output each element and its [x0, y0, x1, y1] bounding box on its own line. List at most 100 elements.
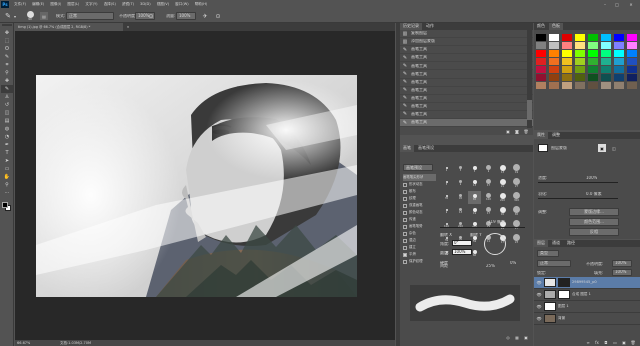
density-slider[interactable]	[538, 182, 618, 183]
layer-opacity-field[interactable]: 100%	[612, 260, 632, 267]
brush-tip[interactable]: 5	[468, 163, 481, 176]
option-checkbox[interactable]	[403, 245, 407, 250]
brush-tip[interactable]: 27	[510, 177, 523, 190]
color-swatch[interactable]	[536, 66, 546, 73]
menu-item[interactable]: 帮助(H)	[195, 2, 208, 6]
brush-tip[interactable]: 27	[510, 219, 523, 232]
color-swatch[interactable]	[627, 50, 637, 57]
history-item[interactable]: ✎ 画笔工具	[400, 54, 533, 63]
blur-tool-icon[interactable]: ◍	[1, 125, 13, 133]
layer-mask-thumbnail[interactable]	[558, 290, 570, 299]
menu-item[interactable]: 图层(L)	[67, 2, 79, 6]
brush-tip[interactable]: 100	[440, 219, 453, 232]
brush-tip[interactable]: 9	[454, 177, 467, 190]
color-swatch[interactable]	[614, 50, 624, 57]
brush-tip[interactable]: 45	[496, 205, 509, 218]
color-swatch[interactable]	[549, 58, 559, 65]
mode-select[interactable]: 正常	[66, 12, 114, 20]
brush-option[interactable]: 传递	[403, 216, 436, 223]
history-item[interactable]: ▥ 添加图层蒙版	[400, 38, 533, 47]
history-item[interactable]: ✎ 画笔工具	[400, 62, 533, 71]
lasso-tool-icon[interactable]: ʘ	[1, 45, 13, 53]
option-checkbox[interactable]	[403, 182, 407, 187]
color-swatch[interactable]	[575, 42, 585, 49]
brush-option[interactable]: 散布	[403, 188, 436, 195]
new-layer-icon[interactable]: ▣	[621, 338, 627, 346]
brush-tip[interactable]: 19	[510, 163, 523, 176]
minimize-icon[interactable]: –	[600, 1, 610, 8]
history-item[interactable]: ✎ 画笔工具	[400, 95, 533, 103]
brush-tip[interactable]: 1	[440, 163, 453, 176]
color-swatch[interactable]	[601, 74, 611, 81]
color-swatch[interactable]	[575, 58, 585, 65]
color-swatch[interactable]	[627, 66, 637, 73]
brush-tip[interactable]: 17	[482, 177, 495, 190]
color-swatch[interactable]	[588, 42, 598, 49]
path-select-tool-icon[interactable]: ➤	[1, 157, 13, 165]
brush-presets-button[interactable]: 画笔预设	[403, 164, 433, 171]
tab-history[interactable]: 历史记录	[400, 23, 422, 30]
color-swatch[interactable]	[536, 74, 546, 81]
brush-tip[interactable]: 35	[440, 191, 453, 204]
brush-tip[interactable]: 17	[482, 205, 495, 218]
add-mask-icon[interactable]: ◘	[603, 338, 609, 346]
invert-button[interactable]: 反相	[569, 228, 619, 236]
brush-option[interactable]: 杂色	[403, 230, 436, 237]
gradient-tool-icon[interactable]: ▤	[1, 117, 13, 125]
eyedropper-tool-icon[interactable]: ⚲	[1, 69, 13, 77]
brush-tip[interactable]: 100	[482, 191, 495, 204]
visibility-eye-icon[interactable]: 👁	[536, 304, 542, 309]
toggle-live-tip-icon[interactable]: ◎	[505, 333, 511, 341]
spacing-value[interactable]: 25%	[486, 264, 495, 269]
brush-angle-preview[interactable]	[484, 233, 506, 255]
eraser-tool-icon[interactable]: ◫	[1, 109, 13, 117]
brush-option[interactable]: 画笔笔尖形状	[403, 174, 436, 181]
tab-brush[interactable]: 画笔	[400, 145, 414, 152]
foreground-color-swatch[interactable]	[2, 202, 8, 208]
option-checkbox[interactable]	[403, 189, 407, 194]
brush-tool-icon[interactable]: ✎	[1, 85, 13, 93]
document-canvas[interactable]	[36, 75, 357, 297]
fill-field[interactable]: 100%	[612, 269, 632, 276]
color-swatch[interactable]	[562, 50, 572, 57]
healing-tool-icon[interactable]: ✚	[1, 77, 13, 85]
zoom-level[interactable]: 66.67%	[17, 341, 30, 345]
tab-layers[interactable]: 图层	[534, 240, 548, 247]
history-item[interactable]: ✎ 画笔工具	[400, 87, 533, 95]
color-swatch[interactable]	[601, 50, 611, 57]
color-range-button[interactable]: 颜色范围...	[569, 218, 619, 226]
color-swatch[interactable]	[562, 74, 572, 81]
roundness-field[interactable]: 100%	[452, 249, 472, 255]
color-swatch[interactable]	[601, 34, 611, 41]
color-swatch[interactable]	[536, 82, 546, 89]
brush-tip[interactable]: 3	[454, 163, 467, 176]
clone-stamp-tool-icon[interactable]: ♙	[1, 93, 13, 101]
history-item[interactable]: ✎ 画笔工具	[400, 111, 533, 120]
new-preset-icon[interactable]: ▣	[523, 333, 529, 341]
brush-option[interactable]: 纹理	[403, 195, 436, 202]
brush-option[interactable]: 湿边	[403, 237, 436, 244]
color-swatch[interactable]	[562, 34, 572, 41]
tab-paths[interactable]: 路径	[564, 240, 578, 247]
menu-item[interactable]: 滤镜(T)	[122, 2, 134, 6]
menu-item[interactable]: 文字(Y)	[85, 2, 97, 6]
history-item[interactable]: ✎ 画笔工具	[400, 70, 533, 79]
delete-layer-icon[interactable]: 🗑	[630, 338, 636, 346]
color-swatch[interactable]	[614, 74, 624, 81]
brush-tip[interactable]: 13	[468, 177, 481, 190]
brush-tip[interactable]: 19	[468, 205, 481, 218]
option-checkbox[interactable]	[403, 203, 407, 208]
brush-tip[interactable]: 65	[468, 191, 481, 204]
color-swatch[interactable]	[614, 66, 624, 73]
brush-tip[interactable]: 9	[440, 205, 453, 218]
scrollbar-thumb[interactable]	[527, 100, 532, 120]
option-checkbox[interactable]	[403, 210, 407, 215]
tab-brush-presets[interactable]: 画笔预设	[415, 145, 437, 152]
flip-x-checkbox[interactable]: 翻转 X	[440, 233, 452, 238]
color-swatch[interactable]	[614, 82, 624, 89]
type-tool-icon[interactable]: T	[1, 149, 13, 157]
color-swatch[interactable]	[536, 34, 546, 41]
brush-option[interactable]: 画笔笔势	[403, 223, 436, 230]
color-swatch[interactable]	[549, 50, 559, 57]
color-swatch[interactable]	[601, 42, 611, 49]
